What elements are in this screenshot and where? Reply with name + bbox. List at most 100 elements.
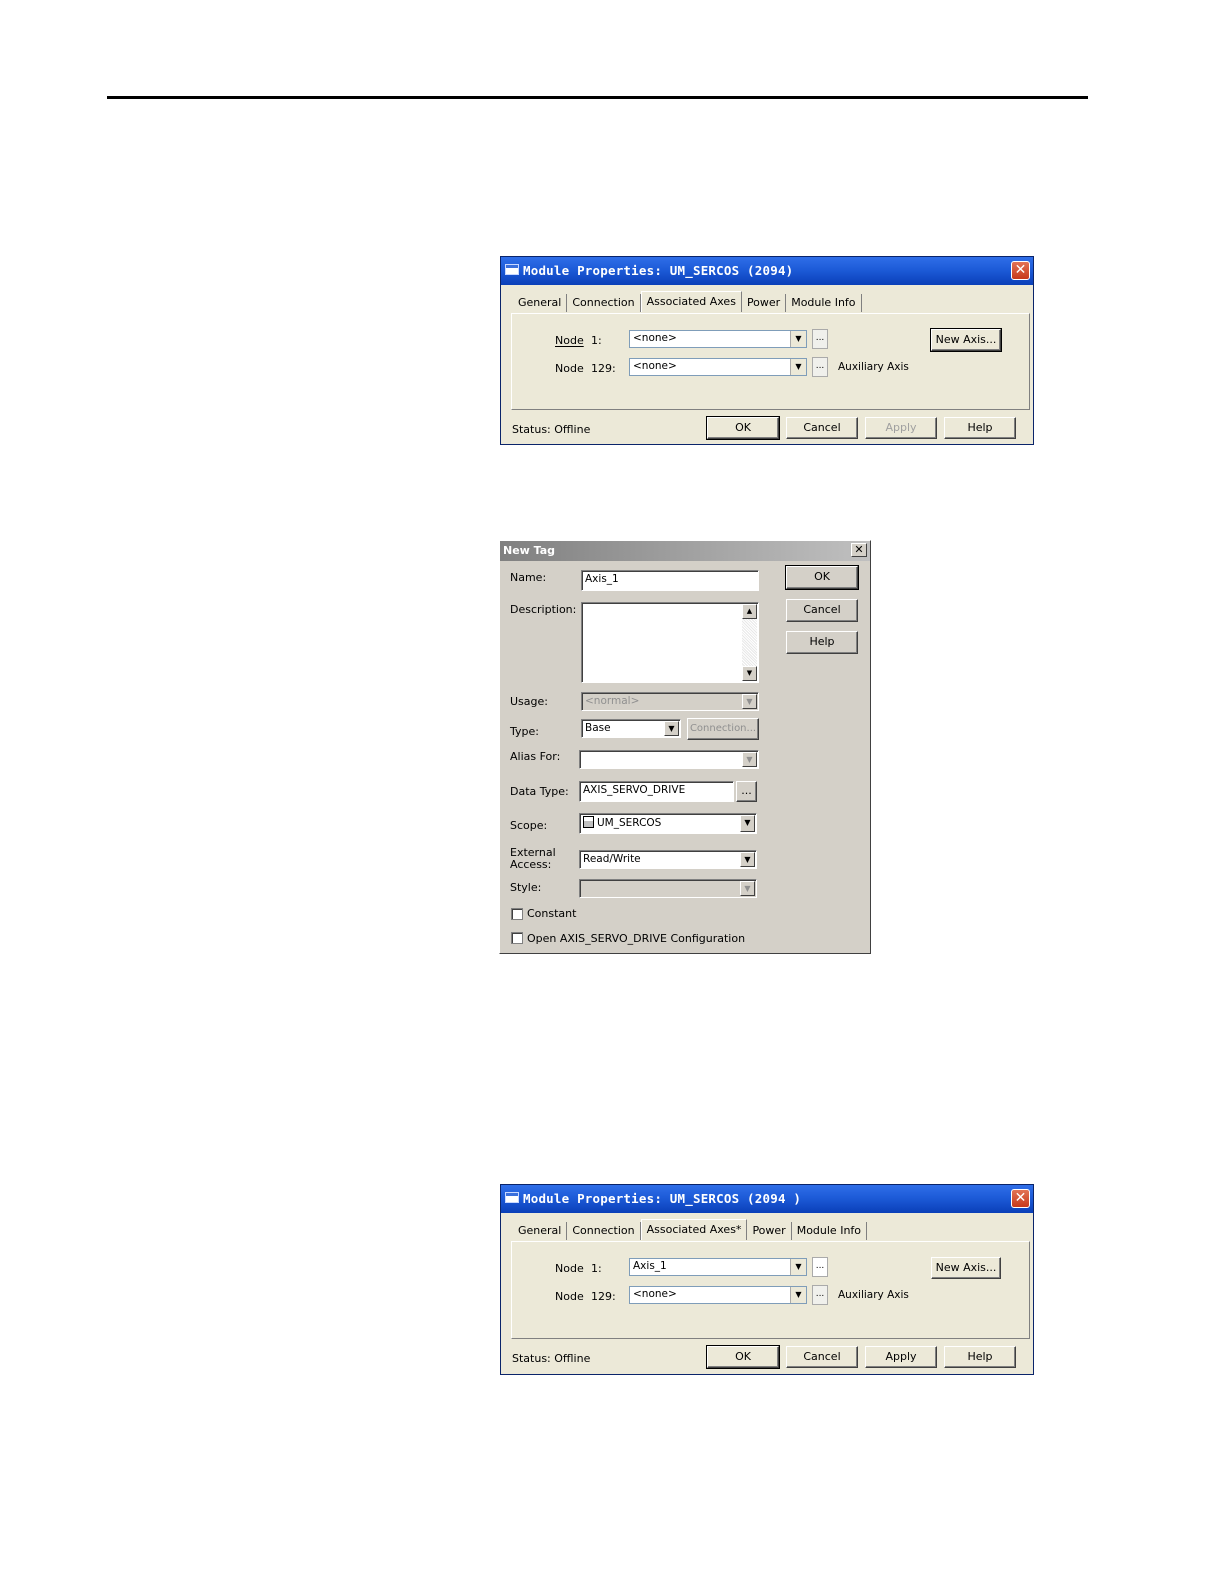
node129-axis-select[interactable]: <none> ▼ bbox=[629, 1286, 807, 1304]
tab-connection[interactable]: Connection bbox=[567, 1222, 641, 1240]
usage-label: Usage: bbox=[510, 695, 548, 708]
tab-strip: General Connection Associated Axes* Powe… bbox=[513, 1219, 868, 1242]
style-select[interactable]: ▼ bbox=[579, 879, 757, 898]
close-icon[interactable]: ✕ bbox=[1011, 1189, 1030, 1208]
chevron-down-icon[interactable]: ▼ bbox=[740, 852, 755, 867]
scroll-down-icon[interactable]: ▼ bbox=[742, 666, 757, 681]
chevron-down-icon[interactable]: ▼ bbox=[790, 1259, 806, 1275]
usage-value: <normal> bbox=[585, 695, 640, 707]
node129-number: 129: bbox=[591, 362, 616, 375]
open-configuration-label: Open AXIS_SERVO_DRIVE Configuration bbox=[527, 932, 746, 945]
node129-value: <none> bbox=[633, 360, 677, 372]
chevron-down-icon[interactable]: ▼ bbox=[664, 721, 679, 736]
apply-button[interactable]: Apply bbox=[865, 1346, 937, 1368]
help-button[interactable]: Help bbox=[786, 631, 858, 654]
chevron-down-icon[interactable]: ▼ bbox=[790, 331, 806, 347]
close-icon[interactable]: ✕ bbox=[1011, 261, 1030, 280]
cancel-button[interactable]: Cancel bbox=[786, 417, 858, 439]
chevron-down-icon[interactable]: ▼ bbox=[742, 752, 757, 767]
node129-label: Node bbox=[555, 1290, 584, 1303]
ok-button[interactable]: OK bbox=[706, 1345, 780, 1369]
description-textarea[interactable]: ▲ ▼ bbox=[581, 602, 759, 683]
external-access-label-line2: Access: bbox=[510, 858, 552, 871]
alias-for-label: Alias For: bbox=[510, 750, 561, 763]
ok-button[interactable]: OK bbox=[785, 565, 859, 590]
node1-number: 1: bbox=[591, 1262, 602, 1275]
tab-general[interactable]: General bbox=[513, 294, 568, 312]
external-access-label: External Access: bbox=[510, 847, 556, 871]
chevron-down-icon[interactable]: ▼ bbox=[790, 1287, 806, 1303]
help-button[interactable]: Help bbox=[944, 417, 1016, 439]
type-value: Base bbox=[585, 722, 611, 734]
data-type-input[interactable]: AXIS_SERVO_DRIVE bbox=[579, 781, 734, 802]
tab-strip: General Connection Associated Axes Power… bbox=[513, 291, 862, 314]
chevron-down-icon[interactable]: ▼ bbox=[742, 694, 757, 709]
constant-checkbox[interactable] bbox=[511, 908, 523, 920]
chevron-down-icon[interactable]: ▼ bbox=[740, 815, 755, 832]
module-properties-dialog-after: Module Properties: UM_SERCOS (2094 ) ✕ G… bbox=[500, 1184, 1034, 1375]
dialog-title: Module Properties: UM_SERCOS (2094 ) bbox=[523, 1191, 802, 1206]
scroll-up-icon[interactable]: ▲ bbox=[742, 604, 757, 619]
description-scrollbar[interactable]: ▲ ▼ bbox=[742, 604, 757, 681]
node129-value: <none> bbox=[633, 1288, 677, 1300]
tab-general[interactable]: General bbox=[513, 1222, 568, 1240]
chevron-down-icon[interactable]: ▼ bbox=[740, 881, 755, 896]
close-icon[interactable]: ✕ bbox=[851, 543, 867, 557]
data-type-browse-button[interactable]: ... bbox=[736, 781, 757, 802]
node129-label: Node bbox=[555, 362, 584, 375]
node1-browse-button[interactable]: ... bbox=[812, 1257, 828, 1277]
name-input[interactable]: Axis_1 bbox=[581, 570, 759, 591]
cancel-button[interactable]: Cancel bbox=[786, 1346, 858, 1368]
status-text: Status: Offline bbox=[512, 423, 591, 436]
tab-power[interactable]: Power bbox=[742, 294, 787, 312]
apply-button[interactable]: Apply bbox=[865, 417, 937, 439]
tab-associated-axes[interactable]: Associated Axes bbox=[640, 291, 742, 312]
name-label: Name: bbox=[510, 571, 547, 584]
new-axis-button[interactable]: New Axis... bbox=[931, 1257, 1001, 1279]
dialog-title: New Tag bbox=[503, 544, 556, 557]
new-tag-dialog: New Tag ✕ Name: Axis_1 Description: ▲ ▼ … bbox=[499, 540, 871, 954]
tab-module-info[interactable]: Module Info bbox=[792, 1222, 868, 1240]
auxiliary-axis-label: Auxiliary Axis bbox=[838, 361, 909, 373]
page-header-rule bbox=[107, 96, 1088, 99]
node1-browse-button[interactable]: ... bbox=[812, 329, 828, 349]
chevron-down-icon[interactable]: ▼ bbox=[790, 359, 806, 375]
node1-axis-select[interactable]: <none> ▼ bbox=[629, 330, 807, 348]
connection-button[interactable]: Connection... bbox=[687, 718, 759, 740]
title-bar: Module Properties: UM_SERCOS (2094 ) ✕ bbox=[501, 1185, 1033, 1213]
tab-power[interactable]: Power bbox=[747, 1222, 792, 1240]
auxiliary-axis-label: Auxiliary Axis bbox=[838, 1289, 909, 1301]
node1-value: Axis_1 bbox=[633, 1260, 667, 1272]
type-select[interactable]: Base ▼ bbox=[581, 719, 681, 738]
type-label: Type: bbox=[510, 725, 539, 738]
new-axis-button[interactable]: New Axis... bbox=[930, 328, 1002, 352]
window-icon bbox=[505, 1192, 519, 1203]
node129-browse-button[interactable]: ... bbox=[812, 357, 828, 377]
node1-label: Node bbox=[555, 334, 584, 347]
scope-label: Scope: bbox=[510, 819, 548, 832]
node129-number: 129: bbox=[591, 1290, 616, 1303]
tab-module-info[interactable]: Module Info bbox=[786, 294, 862, 312]
help-button[interactable]: Help bbox=[944, 1346, 1016, 1368]
status-text: Status: Offline bbox=[512, 1352, 591, 1365]
data-type-label: Data Type: bbox=[510, 785, 569, 798]
alias-for-select[interactable]: ▼ bbox=[579, 750, 759, 769]
external-access-select[interactable]: Read/Write ▼ bbox=[579, 850, 757, 869]
title-bar: New Tag ✕ bbox=[500, 541, 870, 561]
node129-browse-button[interactable]: ... bbox=[812, 1285, 828, 1305]
window-icon bbox=[505, 264, 519, 275]
node1-label: Node bbox=[555, 1262, 584, 1275]
node1-axis-select[interactable]: Axis_1 ▼ bbox=[629, 1258, 807, 1276]
tab-associated-axes[interactable]: Associated Axes* bbox=[640, 1219, 748, 1240]
ok-button[interactable]: OK bbox=[706, 416, 780, 440]
cancel-button[interactable]: Cancel bbox=[786, 599, 858, 622]
open-configuration-checkbox[interactable] bbox=[511, 932, 523, 944]
module-properties-dialog-before: Module Properties: UM_SERCOS (2094) ✕ Ge… bbox=[500, 256, 1034, 445]
constant-label: Constant bbox=[527, 907, 577, 920]
node129-axis-select[interactable]: <none> ▼ bbox=[629, 358, 807, 376]
scope-select[interactable]: UM_SERCOS ▼ bbox=[579, 813, 757, 834]
tab-connection[interactable]: Connection bbox=[567, 294, 641, 312]
usage-select[interactable]: <normal> ▼ bbox=[581, 692, 759, 711]
node1-number: 1: bbox=[591, 334, 602, 347]
style-label: Style: bbox=[510, 881, 542, 894]
